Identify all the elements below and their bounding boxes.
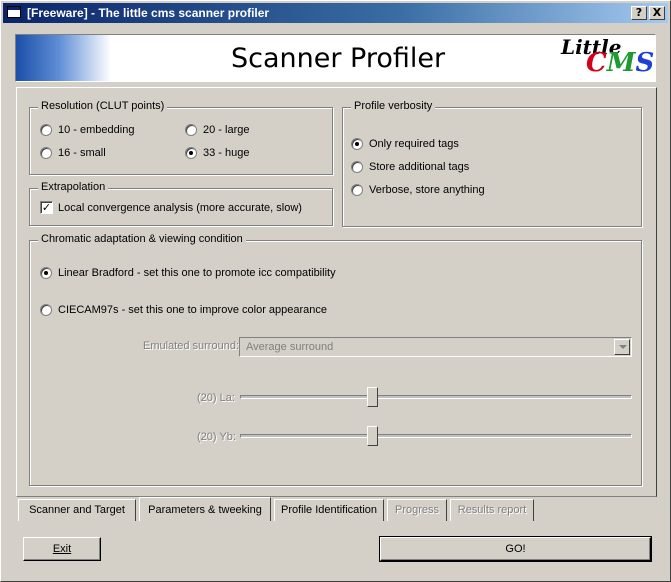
header-banner: Scanner Profiler Little CMS [15, 34, 656, 82]
radio-circle[interactable] [40, 147, 52, 159]
tab-progress[interactable]: Progress [387, 499, 447, 521]
tab-results-report[interactable]: Results report [450, 499, 534, 521]
extrapolation-legend: Extrapolation [38, 181, 109, 193]
title-bar[interactable]: [Freeware] - The little cms scanner prof… [3, 3, 668, 23]
exit-button[interactable]: Exit [23, 537, 101, 561]
yb-label: (20) Yb: [197, 431, 236, 443]
emulated-surround-select[interactable]: Average surround [239, 337, 632, 357]
tab-profile-identification[interactable]: Profile Identification [274, 499, 384, 521]
yb-slider-thumb[interactable] [367, 426, 378, 446]
radio-circle[interactable] [40, 124, 52, 136]
radio-selected-dot [355, 142, 359, 146]
checkmark-icon[interactable]: ✓ [40, 201, 53, 214]
la-label: (20) La: [197, 392, 235, 404]
logo-cms-text: CMS [586, 48, 655, 78]
yb-slider-track[interactable] [240, 434, 632, 438]
resolution-legend: Resolution (CLUT points) [38, 100, 168, 112]
tab-parameters-tweeking[interactable]: Parameters & tweeking [139, 497, 271, 521]
chevron-down-icon[interactable] [614, 339, 630, 355]
tab-scanner-and-target[interactable]: Scanner and Target [18, 499, 136, 521]
radio-selected-dot [44, 271, 48, 275]
la-slider-thumb[interactable] [367, 387, 378, 407]
radio-circle[interactable] [351, 184, 363, 196]
app-window-icon [7, 6, 21, 18]
radio-circle[interactable] [185, 124, 197, 136]
radio-circle[interactable] [351, 161, 363, 173]
radio-circle[interactable] [40, 304, 52, 316]
radio-circle[interactable] [40, 267, 52, 279]
banner-gradient [16, 35, 111, 81]
radio-circle[interactable] [351, 138, 363, 150]
radio-selected-dot [189, 151, 193, 155]
window-title: [Freeware] - The little cms scanner prof… [27, 6, 270, 20]
main-window: [Freeware] - The little cms scanner prof… [0, 0, 671, 582]
verbosity-legend: Profile verbosity [351, 100, 436, 112]
chromatic-legend: Chromatic adaptation & viewing condition [38, 233, 246, 245]
la-slider-track[interactable] [240, 395, 632, 399]
help-button[interactable]: ? [631, 6, 647, 20]
resolution-group: Resolution (CLUT points) [29, 100, 333, 175]
emulated-surround-label: Emulated surround: [143, 340, 239, 352]
close-button[interactable]: X [649, 6, 665, 20]
go-button[interactable]: GO! [379, 536, 652, 562]
radio-circle[interactable] [185, 147, 197, 159]
page-title: Scanner Profiler [231, 43, 446, 74]
littlecms-logo: Little CMS [561, 35, 655, 81]
